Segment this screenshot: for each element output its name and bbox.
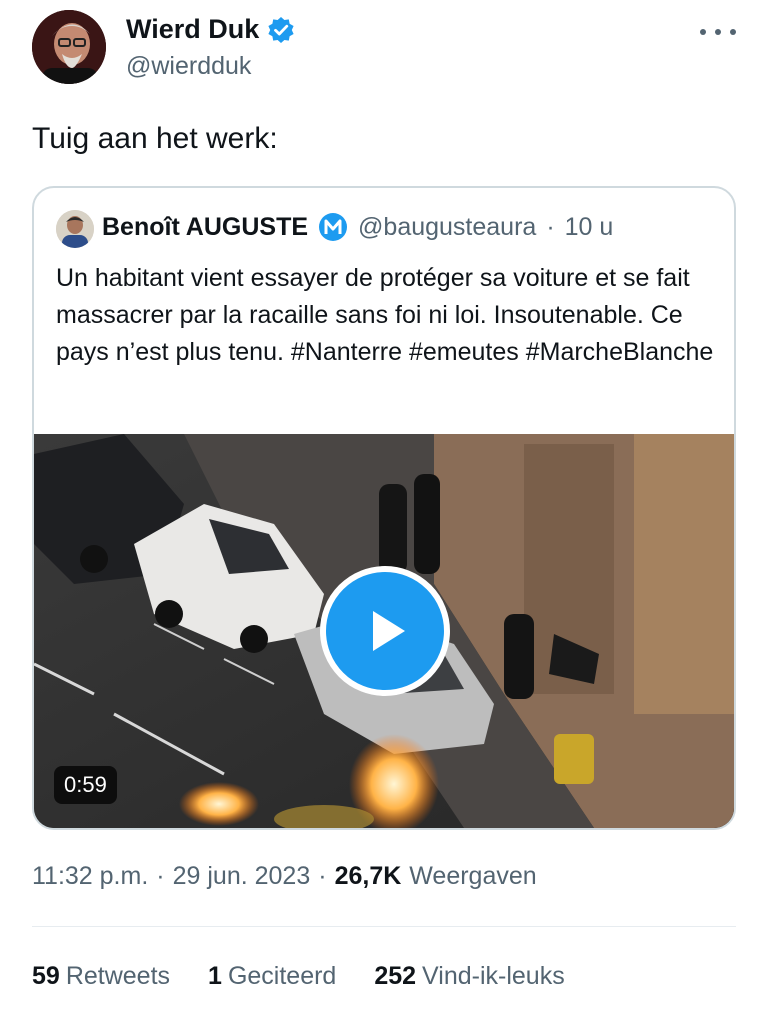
quoted-author-avatar[interactable]: [56, 210, 94, 248]
quoted-time[interactable]: 10 u: [565, 213, 614, 242]
verified-badge-icon: [267, 16, 295, 44]
author-handle[interactable]: @wierdduk: [126, 52, 251, 81]
views-label: Weergaven: [409, 862, 537, 890]
author-name[interactable]: Wierd Duk: [126, 14, 259, 45]
retweets-stat[interactable]: 59 Retweets: [32, 962, 170, 991]
quoted-header: Benoît AUGUSTE @baugusteaura · 10 u: [102, 212, 613, 242]
likes-count: 252: [374, 962, 417, 990]
video-player[interactable]: 0:59: [34, 434, 734, 828]
quotes-stat[interactable]: 1 Geciteerd: [208, 962, 336, 991]
likes-stat[interactable]: 252 Vind-ik-leuks: [374, 962, 564, 991]
divider: [32, 926, 736, 927]
quoted-author-name[interactable]: Benoît AUGUSTE: [102, 213, 308, 242]
views-count: 26,7K: [334, 862, 402, 890]
m-badge-icon: [318, 212, 348, 242]
meta-separator: ·: [156, 862, 165, 890]
retweets-count: 59: [32, 962, 60, 990]
quoted-tweet-card[interactable]: Benoît AUGUSTE @baugusteaura · 10 u Un h…: [32, 186, 736, 830]
tweet-meta: 11:32 p.m. · 29 jun. 2023 · 26,7K Weerga…: [32, 862, 537, 891]
quotes-label: Geciteerd: [227, 962, 337, 990]
likes-label: Vind-ik-leuks: [422, 962, 565, 990]
quoted-text: Un habitant vient essayer de protéger sa…: [56, 264, 714, 366]
author-name-row: Wierd Duk: [126, 14, 295, 45]
quoted-author-handle[interactable]: @baugusteaura: [358, 213, 536, 242]
quoted-separator: ·: [546, 212, 555, 241]
play-icon[interactable]: [320, 566, 450, 696]
more-options-icon[interactable]: [700, 22, 736, 42]
quotes-count: 1: [208, 962, 222, 990]
retweets-label: Retweets: [65, 962, 171, 990]
author-avatar[interactable]: [32, 10, 106, 84]
meta-separator: ·: [318, 862, 327, 890]
tweet-stats: 59 Retweets 1 Geciteerd 252 Vind-ik-leuk…: [32, 962, 565, 991]
tweet-date[interactable]: 29 jun. 2023: [173, 862, 311, 891]
tweet-time[interactable]: 11:32 p.m.: [32, 862, 148, 891]
tweet-text: Tuig aan het werk:: [32, 122, 278, 155]
tweet: Wierd Duk @wierdduk Tuig aan het werk: B…: [0, 0, 768, 1024]
video-duration-badge: 0:59: [54, 766, 117, 804]
